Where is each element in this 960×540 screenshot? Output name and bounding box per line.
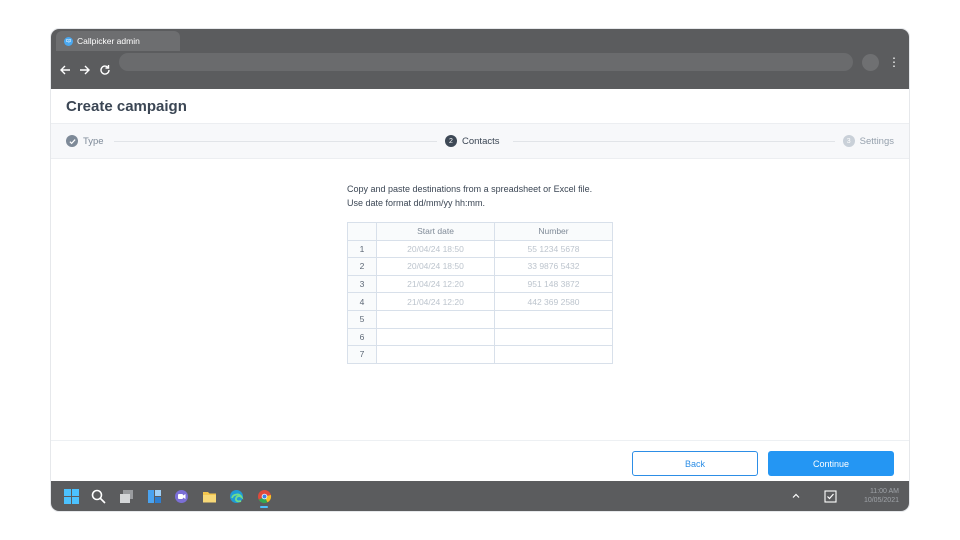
table-row: 5: [347, 309, 613, 329]
taskbar: 11:00 AM 10/05/2021: [51, 481, 909, 511]
step-number: 3: [842, 135, 855, 147]
start-date-cell[interactable]: 20/04/24 18:50: [376, 239, 495, 259]
widgets-icon[interactable]: [146, 488, 162, 504]
table-row: 2 20/04/24 18:50 33 9876 5432: [347, 257, 613, 276]
number-cell[interactable]: 442 369 2580: [494, 292, 613, 311]
edge-icon[interactable]: [228, 488, 244, 504]
instructions: Copy and paste destinations from a sprea…: [347, 182, 592, 210]
step-label: Settings: [859, 135, 894, 147]
profile-avatar[interactable]: [862, 54, 879, 71]
favicon-icon: cp: [64, 36, 73, 46]
row-number: 4: [347, 292, 377, 311]
search-icon[interactable]: [90, 488, 106, 504]
check-icon: [66, 135, 78, 147]
start-date-cell[interactable]: 21/04/24 12:20: [376, 292, 495, 311]
system-clock[interactable]: 11:00 AM 10/05/2021: [864, 487, 899, 505]
step-type[interactable]: Type: [66, 124, 104, 158]
arrow-right-icon[interactable]: [75, 60, 95, 80]
more-vertical-icon[interactable]: ⋮: [888, 54, 900, 71]
page-title: Create campaign: [66, 98, 187, 115]
row-number: 6: [347, 327, 377, 347]
grid-corner: [347, 222, 377, 241]
table-row: 4 21/04/24 12:20 442 369 2580: [347, 292, 613, 311]
task-view-icon[interactable]: [118, 488, 134, 504]
back-button[interactable]: Back: [632, 451, 758, 476]
number-cell[interactable]: [494, 327, 613, 347]
start-date-cell[interactable]: [376, 345, 495, 364]
file-explorer-icon[interactable]: [201, 488, 217, 504]
app-header: Create campaign: [51, 89, 909, 123]
windows-start-icon[interactable]: [63, 488, 79, 504]
row-number: 2: [347, 257, 377, 276]
clock-time: 11:00 AM: [869, 488, 899, 495]
number-cell[interactable]: 55 1234 5678: [494, 239, 613, 259]
chat-icon[interactable]: [173, 488, 189, 504]
arrow-left-icon[interactable]: [55, 60, 75, 80]
clock-date: 10/05/2021: [863, 497, 899, 504]
start-date-cell[interactable]: [376, 327, 495, 347]
column-header-number: Number: [494, 222, 613, 241]
table-row: 1 20/04/24 18:50 55 1234 5678: [347, 239, 613, 259]
tab-title: Callpicker admin: [77, 36, 140, 46]
step-settings[interactable]: 3 Settings: [842, 124, 894, 158]
row-number: 3: [347, 274, 377, 294]
browser-tab[interactable]: cp Callpicker admin: [56, 31, 180, 51]
number-cell[interactable]: [494, 345, 613, 364]
step-connector: [114, 141, 437, 142]
browser-chrome: cp Callpicker admin ⋮: [51, 29, 909, 89]
row-number: 5: [347, 309, 377, 329]
table-row: 3 21/04/24 12:20 951 148 3872: [347, 274, 613, 294]
chevron-up-icon[interactable]: [788, 488, 804, 504]
column-header-start-date: Start date: [376, 222, 495, 241]
continue-button[interactable]: Continue: [768, 451, 894, 476]
step-contacts[interactable]: 2 Contacts: [445, 124, 500, 158]
browser-toolbar: ⋮: [51, 51, 909, 89]
checkbox-tray-icon[interactable]: [822, 488, 838, 504]
step-connector: [513, 141, 835, 142]
step-number: 2: [445, 135, 457, 147]
footer-divider: [51, 440, 909, 441]
number-cell[interactable]: 951 148 3872: [494, 274, 613, 294]
row-number: 1: [347, 239, 377, 259]
active-app-indicator: [260, 506, 268, 508]
address-bar[interactable]: [119, 53, 853, 71]
reload-icon[interactable]: [95, 60, 115, 80]
contacts-grid[interactable]: Start date Number 1 20/04/24 18:50 55 12…: [347, 222, 613, 364]
start-date-cell[interactable]: [376, 309, 495, 329]
stepper: Type 2 Contacts 3 Settings: [51, 123, 909, 159]
step-label: Type: [83, 135, 104, 147]
start-date-cell[interactable]: 20/04/24 18:50: [376, 257, 495, 276]
instructions-line: Use date format dd/mm/yy hh:mm.: [347, 198, 486, 208]
start-date-cell[interactable]: 21/04/24 12:20: [376, 274, 495, 294]
instructions-line: Copy and paste destinations from a sprea…: [347, 184, 593, 194]
number-cell[interactable]: [494, 309, 613, 329]
row-number: 7: [347, 345, 377, 364]
table-row: 7: [347, 345, 613, 364]
number-cell[interactable]: 33 9876 5432: [494, 257, 613, 276]
browser-window: cp Callpicker admin ⋮ Create campaign Ty…: [51, 29, 909, 511]
table-row: 6: [347, 327, 613, 347]
chrome-icon[interactable]: [256, 488, 272, 508]
step-label: Contacts: [462, 135, 500, 147]
